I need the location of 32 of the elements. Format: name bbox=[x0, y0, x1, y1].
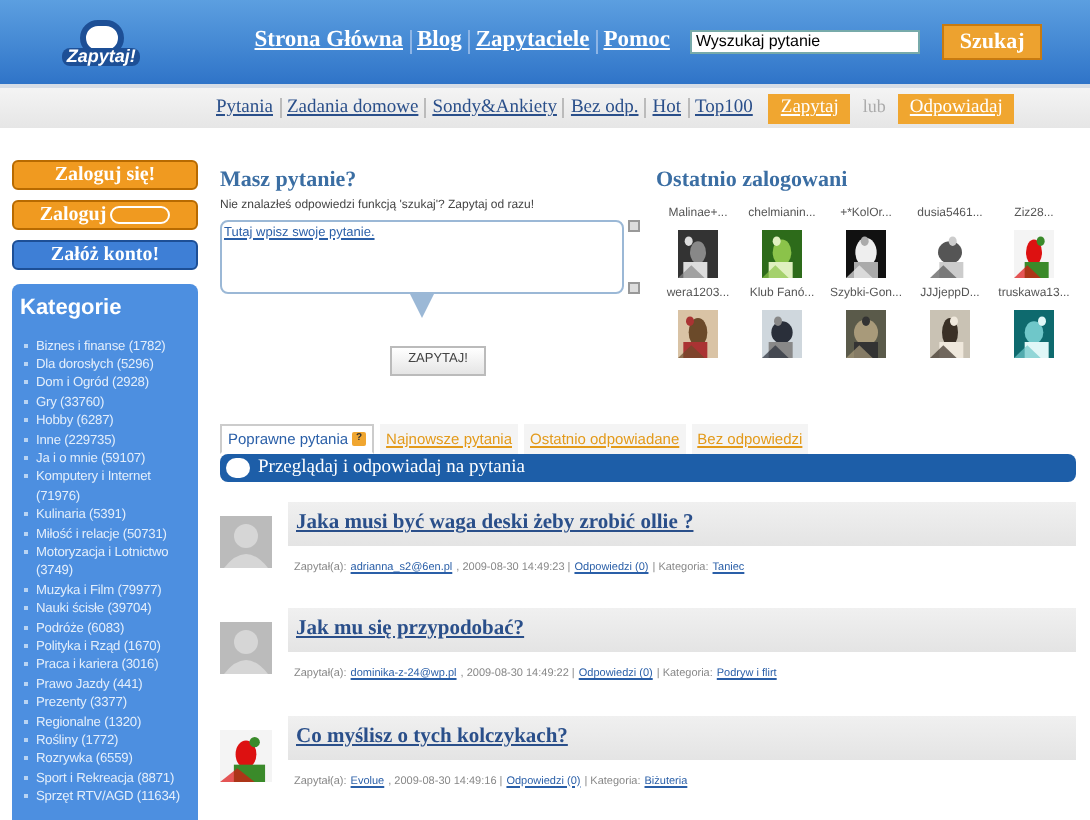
search-field[interactable]: Wyszukaj pytanie bbox=[689, 30, 921, 54]
ask-title: Masz pytanie? bbox=[220, 166, 359, 196]
answer-button[interactable]: Odpowiadaj bbox=[897, 93, 1015, 123]
recent-users-title: Ostatnio zalogowani bbox=[656, 166, 850, 196]
register-button[interactable]: Załóż konto! bbox=[12, 240, 198, 270]
nav-link[interactable]: Zapytaciele bbox=[475, 24, 590, 60]
question-link[interactable]: Jak mu się przypodobać? bbox=[296, 614, 525, 647]
nav-link[interactable]: Pomoc bbox=[603, 24, 670, 60]
login-alt-button[interactable]: Zaloguj bbox=[12, 200, 198, 230]
question-link[interactable]: Co myślisz o tych kolczykach? bbox=[296, 721, 568, 753]
nav-link[interactable]: Blog bbox=[417, 24, 462, 60]
subnav-link[interactable]: Top100 bbox=[695, 93, 753, 123]
subnav-link[interactable]: Hot bbox=[652, 93, 681, 123]
or-text: lub bbox=[862, 94, 886, 121]
login-button[interactable]: Zaloguj się! bbox=[12, 160, 198, 190]
service-logo-icon bbox=[110, 206, 171, 224]
scrollbar bbox=[628, 219, 640, 293]
subnav-link[interactable]: Bez odp. bbox=[570, 93, 639, 123]
nav-link[interactable]: Strona Główna bbox=[254, 24, 403, 60]
categories-title: Kategorie bbox=[20, 294, 124, 324]
speech-bubble-icon bbox=[226, 458, 250, 478]
avatar-placeholder-icon bbox=[220, 622, 272, 675]
ask-button[interactable]: Zapytaj bbox=[768, 93, 851, 123]
subnav-link[interactable]: Zadania domowe bbox=[287, 93, 419, 123]
banner-title: Przeglądaj i odpowiadaj na pytania bbox=[258, 455, 525, 482]
question-link[interactable]: Jaka musi być waga deski żeby zrobić ollie ? bbox=[296, 508, 694, 540]
search-button[interactable]: Szukaj bbox=[942, 24, 1042, 60]
subnav-link[interactable]: Sondy&Ankiety bbox=[432, 93, 557, 123]
subnav-link[interactable]: Pytania bbox=[216, 93, 273, 123]
logo[interactable]: Zapytaj! bbox=[48, 6, 155, 78]
avatar-placeholder-icon bbox=[220, 516, 272, 568]
speech-tail-icon bbox=[410, 293, 434, 317]
